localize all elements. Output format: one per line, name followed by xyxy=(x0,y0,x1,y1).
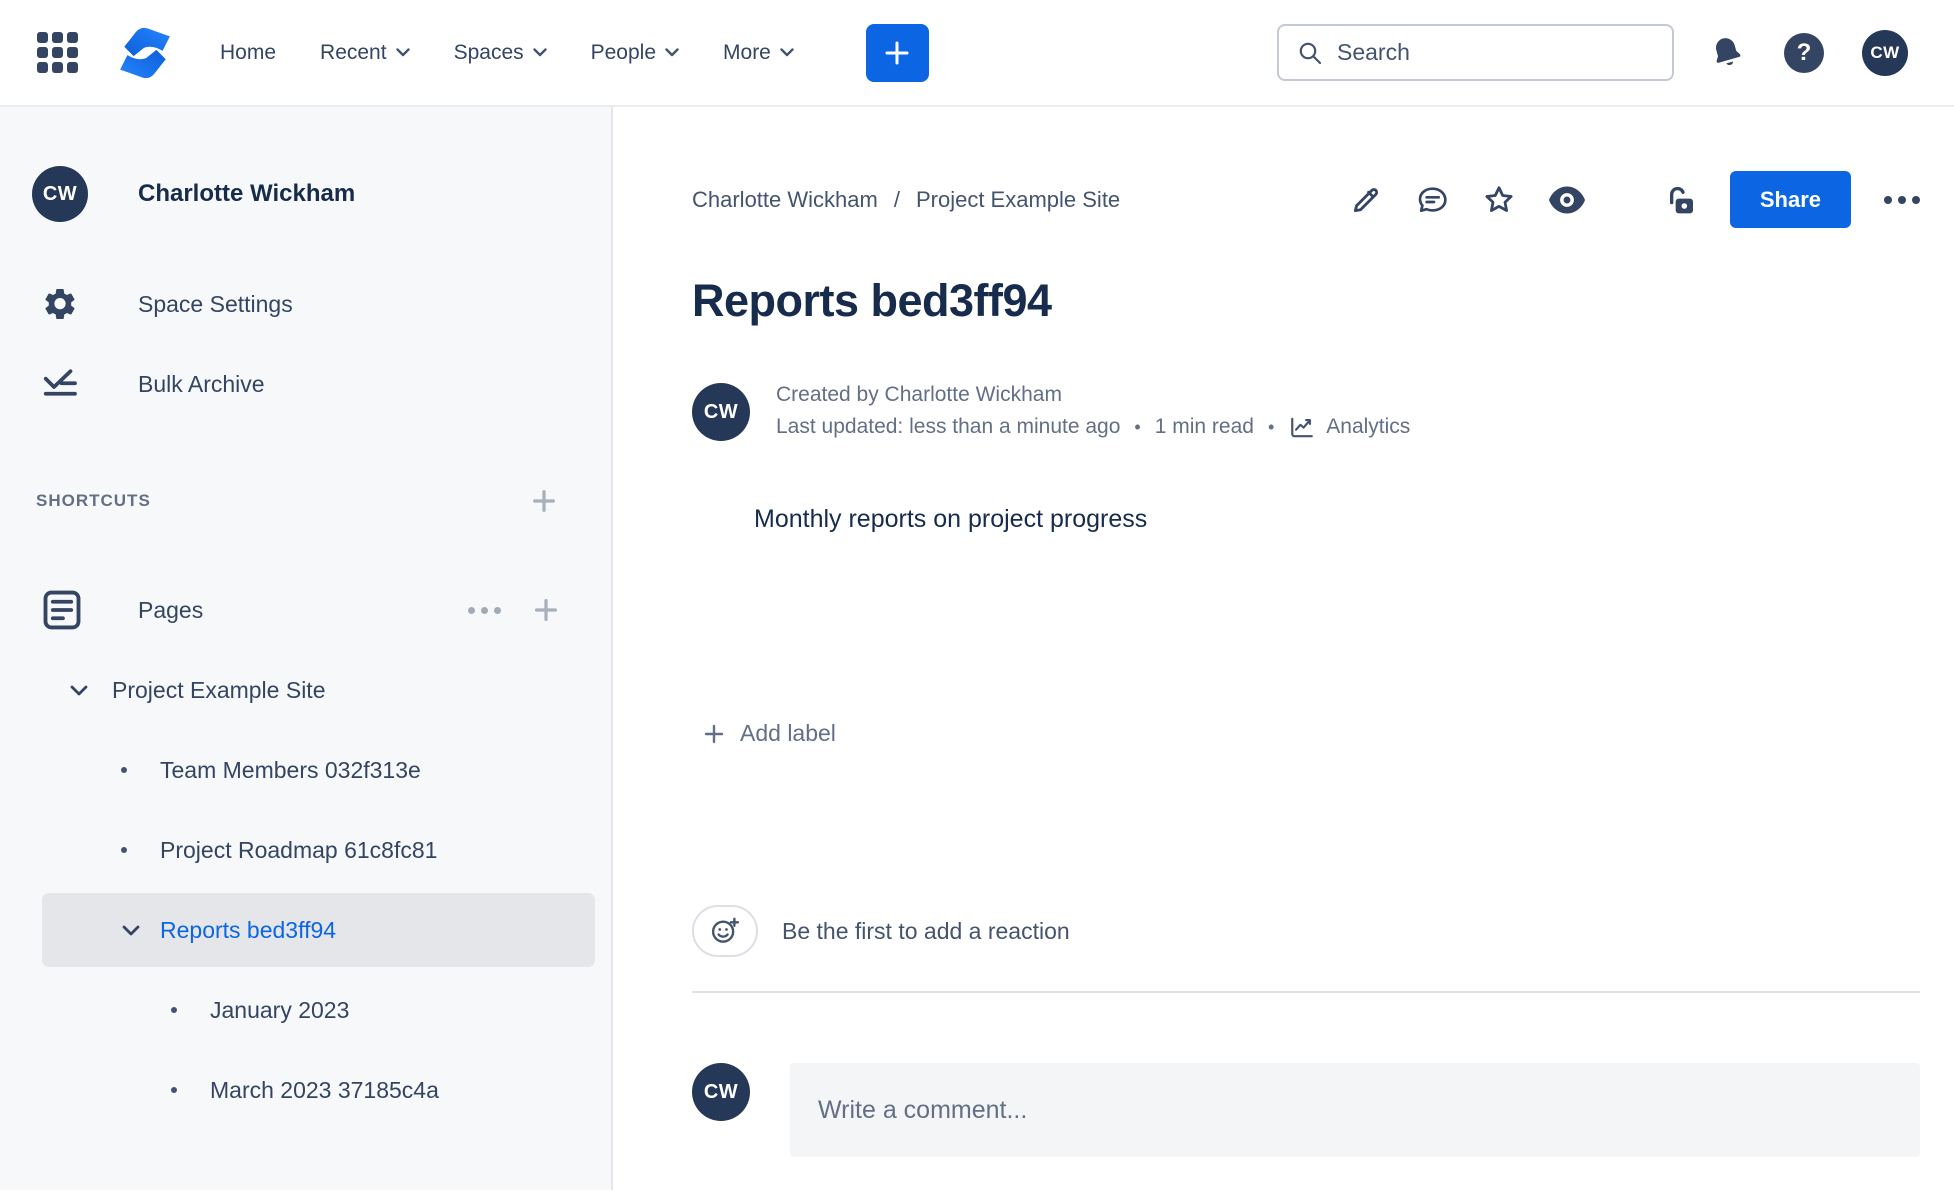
pages-more-icon[interactable] xyxy=(468,606,501,614)
edit-pencil-icon[interactable] xyxy=(1350,184,1382,216)
search-input[interactable] xyxy=(1337,39,1654,66)
plus-icon xyxy=(702,722,726,746)
chevron-down-icon xyxy=(532,48,547,57)
reactions: Be the first to add a reaction xyxy=(692,905,1920,957)
tree-item-reports-selected[interactable]: Reports bed3ff94 xyxy=(42,893,595,967)
nav-home[interactable]: Home xyxy=(220,41,276,65)
unlock-icon[interactable] xyxy=(1665,183,1697,217)
help-icon[interactable]: ? xyxy=(1784,32,1824,73)
analytics-chart-icon xyxy=(1288,414,1316,440)
page-title: Reports bed3ff94 xyxy=(692,275,1052,326)
plus-icon xyxy=(883,39,911,67)
nav-people[interactable]: People xyxy=(591,41,679,65)
comment-input[interactable] xyxy=(818,1095,1892,1125)
bullet-icon xyxy=(168,1087,180,1093)
smiley-add-icon xyxy=(710,916,740,946)
add-shortcut-plus-icon[interactable] xyxy=(529,486,559,516)
sidebar-item-label: Bulk Archive xyxy=(138,370,265,397)
pages-label: Pages xyxy=(138,596,204,623)
page-body-text: Monthly reports on project progress xyxy=(754,505,1148,533)
bullet-icon xyxy=(118,767,130,773)
gear-icon xyxy=(42,286,78,322)
bulk-archive-icon xyxy=(42,366,78,402)
nav-more[interactable]: More xyxy=(723,41,794,65)
comments-divider xyxy=(692,991,1920,993)
breadcrumb-space[interactable]: Charlotte Wickham xyxy=(692,187,878,213)
create-button[interactable] xyxy=(865,23,929,82)
sidebar-pages-header[interactable]: Pages xyxy=(0,570,611,650)
author-avatar[interactable]: CW xyxy=(692,383,750,441)
add-label-button[interactable]: Add label xyxy=(692,720,1920,747)
top-navigation: Home Recent Spaces People More Search ? … xyxy=(0,0,1954,107)
comment-input-box[interactable] xyxy=(790,1063,1920,1157)
tree-item-label: Project Roadmap 61c8fc81 xyxy=(160,836,438,863)
bullet-icon xyxy=(168,1007,180,1013)
star-favorite-icon[interactable] xyxy=(1482,184,1516,216)
commenter-avatar: CW xyxy=(692,1063,750,1121)
tree-item-march-2023[interactable]: March 2023 37185c4a xyxy=(0,1050,611,1130)
tree-item-project-example-site[interactable]: Project Example Site xyxy=(0,650,611,730)
primary-nav: Home Recent Spaces People More xyxy=(220,41,794,65)
confluence-logo-icon[interactable] xyxy=(116,26,174,80)
page-content: Charlotte Wickham / Project Example Site xyxy=(613,107,1954,1190)
bullet-icon xyxy=(118,847,130,853)
analytics-label: Analytics xyxy=(1326,415,1411,438)
app-switcher-icon[interactable] xyxy=(37,32,78,73)
page-more-icon[interactable] xyxy=(1884,195,1920,204)
chevron-down-icon xyxy=(395,48,410,57)
page-tree: Project Example Site Team Members 032f31… xyxy=(0,650,611,1130)
tree-item-label: Project Example Site xyxy=(112,676,326,703)
breadcrumb: Charlotte Wickham / Project Example Site xyxy=(692,187,1120,213)
byline: CW Created by Charlotte Wickham Last upd… xyxy=(692,383,1920,441)
tree-item-project-roadmap[interactable]: Project Roadmap 61c8fc81 xyxy=(0,810,611,890)
read-time-text: 1 min read xyxy=(1154,415,1254,438)
pages-document-icon xyxy=(40,588,84,632)
space-header[interactable]: CW Charlotte Wickham xyxy=(0,166,611,222)
tree-item-label: March 2023 37185c4a xyxy=(210,1076,439,1103)
reaction-prompt: Be the first to add a reaction xyxy=(782,917,1070,944)
breadcrumb-separator: / xyxy=(893,186,900,212)
sidebar-item-label: Space Settings xyxy=(138,290,293,317)
sidebar-item-space-settings[interactable]: Space Settings xyxy=(0,276,611,332)
notifications-bell-icon[interactable] xyxy=(1703,29,1750,76)
analytics-link[interactable]: Analytics xyxy=(1288,414,1410,440)
last-updated-text[interactable]: Last updated: less than a minute ago xyxy=(776,415,1120,439)
breadcrumb-parent[interactable]: Project Example Site xyxy=(916,187,1120,213)
tree-item-team-members[interactable]: Team Members 032f313e xyxy=(0,730,611,810)
add-page-plus-icon[interactable] xyxy=(531,595,561,625)
chevron-down-icon[interactable] xyxy=(116,925,146,936)
created-by-text: Created by Charlotte Wickham xyxy=(776,383,1062,406)
add-reaction-button[interactable] xyxy=(692,905,758,957)
user-avatar[interactable]: CW xyxy=(1862,29,1908,76)
nav-spaces[interactable]: Spaces xyxy=(454,41,547,65)
chevron-down-icon xyxy=(665,48,679,57)
space-avatar: CW xyxy=(32,166,88,222)
comment-editor: CW xyxy=(692,1063,1920,1157)
space-sidebar: CW Charlotte Wickham Space Settings Bulk… xyxy=(0,107,613,1190)
shortcuts-heading: SHORTCUTS xyxy=(36,491,151,510)
search-box[interactable] xyxy=(1277,24,1674,81)
add-label-text: Add label xyxy=(740,720,836,746)
tree-item-label: Reports bed3ff94 xyxy=(160,916,337,943)
search-icon xyxy=(1297,40,1323,66)
nav-recent[interactable]: Recent xyxy=(320,41,410,65)
tree-item-label: Team Members 032f313e xyxy=(160,756,421,783)
space-name: Charlotte Wickham xyxy=(138,180,356,207)
watch-eye-icon[interactable] xyxy=(1548,185,1585,215)
sidebar-item-bulk-archive[interactable]: Bulk Archive xyxy=(0,356,611,412)
chevron-down-icon xyxy=(780,48,794,57)
tree-item-label: January 2023 xyxy=(210,996,350,1023)
comment-bubble-icon[interactable] xyxy=(1415,184,1449,216)
share-button[interactable]: Share xyxy=(1729,171,1851,228)
tree-item-january-2023[interactable]: January 2023 xyxy=(0,970,611,1050)
chevron-down-icon[interactable] xyxy=(64,685,94,696)
